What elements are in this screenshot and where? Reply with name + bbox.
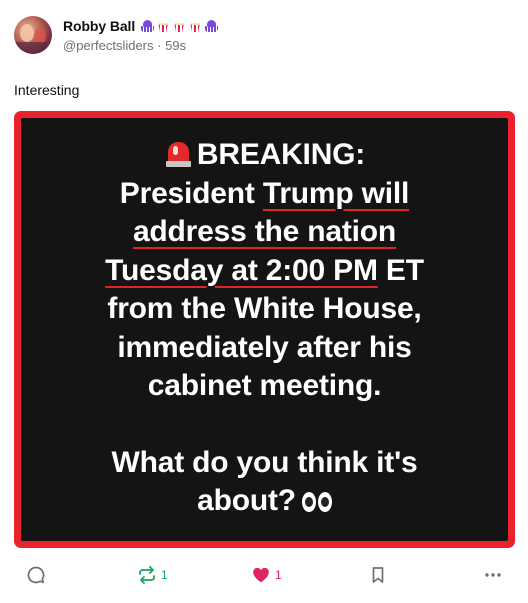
more-options-button[interactable] xyxy=(483,563,503,587)
image-line-1: BREAKING: xyxy=(164,136,365,175)
like-count: 1 xyxy=(275,568,282,582)
handle-row: @perfectsliders · 59s xyxy=(63,38,218,53)
image-line-5: from the White House, xyxy=(107,292,422,325)
more-icon xyxy=(485,573,501,577)
like-button[interactable]: 1 xyxy=(251,563,282,587)
image-line-4: Tuesday at 2:00 PM ET xyxy=(105,253,424,287)
avatar[interactable] xyxy=(14,16,52,54)
octopus-icon xyxy=(204,19,218,33)
post-image[interactable]: BREAKING: President Trump will address t… xyxy=(14,111,515,548)
heart-icon xyxy=(253,567,269,583)
image-line-8: What do you think it's xyxy=(111,445,418,479)
siren-icon xyxy=(164,139,193,168)
popcorn-icon xyxy=(188,19,202,33)
post-card: Robby Ball @perfectsliders · 59s Interes… xyxy=(0,0,528,603)
name-emojis xyxy=(140,19,218,33)
author-name[interactable]: Robby Ball xyxy=(63,18,135,34)
reply-button[interactable] xyxy=(26,563,50,587)
image-content: BREAKING: President Trump will address t… xyxy=(21,118,508,541)
post-text: Interesting xyxy=(14,82,80,98)
image-line-2: President Trump will xyxy=(119,176,410,210)
timestamp[interactable]: 59s xyxy=(165,38,186,53)
repost-count: 1 xyxy=(161,568,168,582)
repost-icon xyxy=(139,566,155,584)
repost-button[interactable]: 1 xyxy=(137,563,168,587)
popcorn-icon xyxy=(172,19,186,33)
octopus-icon xyxy=(140,19,154,33)
post-header: Robby Ball @perfectsliders · 59s xyxy=(14,16,218,54)
bookmark-button[interactable] xyxy=(368,563,388,587)
image-line-6: immediately after his xyxy=(117,330,412,364)
reply-icon xyxy=(27,566,45,584)
author-handle[interactable]: @perfectsliders xyxy=(63,38,154,53)
image-line-3: address the nation xyxy=(132,215,397,248)
action-bar: 1 1 xyxy=(0,563,528,587)
bookmark-icon xyxy=(372,567,384,583)
image-line-7: cabinet meeting. xyxy=(147,369,382,402)
image-line-9: about? xyxy=(197,482,332,521)
eyes-icon xyxy=(301,492,332,512)
popcorn-icon xyxy=(156,19,170,33)
separator: · xyxy=(157,38,162,53)
author-info: Robby Ball @perfectsliders · 59s xyxy=(63,17,218,53)
